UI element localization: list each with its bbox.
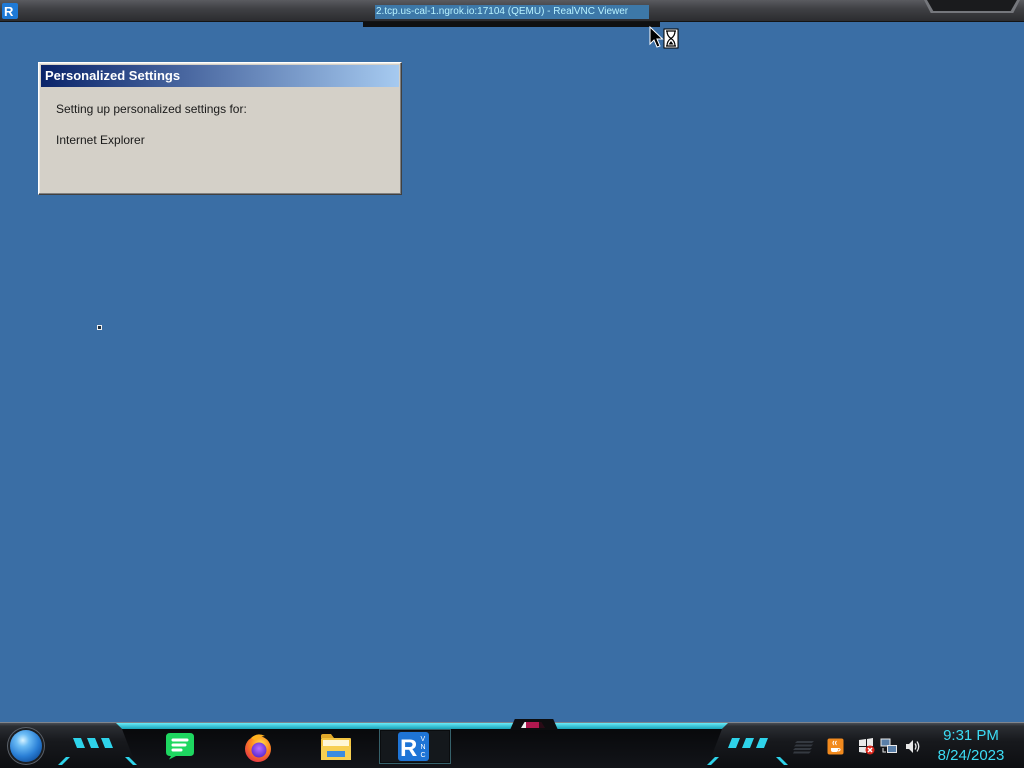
accent-decoration-icon [58, 757, 70, 765]
accent-decoration-icon [125, 757, 137, 765]
personalized-settings-dialog: Personalized Settings Setting up persona… [38, 62, 402, 195]
accent-decoration-icon [707, 757, 719, 765]
vnc-toolbar-handle[interactable] [363, 22, 660, 27]
vnc-logo-letter: V [421, 736, 426, 743]
java-icon[interactable] [827, 738, 844, 755]
volume-icon[interactable] [904, 738, 922, 755]
dialog-component-name: Internet Explorer [56, 133, 145, 147]
vnc-logo-mark: R [400, 735, 417, 762]
realvnc-icon[interactable]: R [2, 3, 18, 19]
file-explorer-icon[interactable] [319, 732, 353, 762]
chevron-decoration-right-icon [728, 738, 768, 748]
accent-decoration-icon [776, 757, 788, 765]
realvnc-icon[interactable]: R V N C [397, 731, 430, 762]
dialog-titlebar[interactable]: Personalized Settings [41, 65, 399, 87]
dialog-title: Personalized Settings [45, 68, 181, 83]
network-icon[interactable] [880, 738, 898, 755]
vnc-logo-letter: N [421, 744, 426, 751]
taskbar-clock[interactable]: 9:31 PM 8/24/2023 [931, 726, 1011, 766]
vnc-titlebar-ornament-inner [927, 0, 1017, 11]
vnc-logo-letter: C [421, 752, 426, 759]
action-center-icon[interactable] [857, 738, 875, 755]
vnc-icon-mark: R [4, 4, 14, 19]
vnc-window-title: 2.tcp.us-cal-1.ngrok.io:17104 (QEMU) - R… [375, 5, 649, 19]
firefox-icon[interactable] [242, 731, 274, 763]
tray-overflow-icon[interactable] [793, 740, 815, 754]
taskbar-ornament-detail [521, 722, 545, 728]
busy-cursor-icon [649, 26, 679, 49]
spotify-icon[interactable] [165, 732, 195, 760]
clock-date: 8/24/2023 [937, 747, 1005, 764]
dialog-message: Setting up personalized settings for: [56, 102, 247, 116]
chevron-decoration-left-icon [73, 738, 113, 748]
clock-time: 9:31 PM [943, 727, 999, 744]
start-orb-icon[interactable] [10, 730, 42, 762]
desktop-marker [97, 325, 102, 330]
